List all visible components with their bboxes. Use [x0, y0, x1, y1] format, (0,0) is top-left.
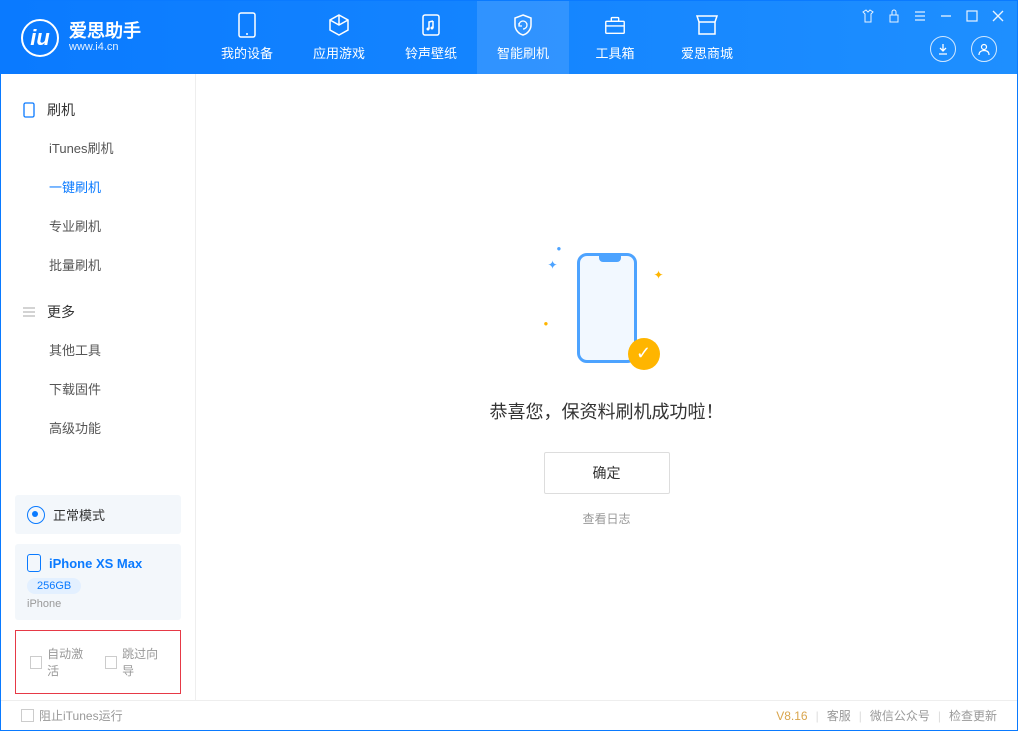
toolbox-icon: [603, 13, 627, 37]
sparkle-icon: ●: [544, 319, 549, 328]
tab-toolbox[interactable]: 工具箱: [569, 1, 661, 74]
sparkle-icon: ✦: [653, 268, 663, 282]
tab-label: 爱思商城: [681, 43, 733, 62]
version-label: V8.16: [776, 709, 807, 723]
checkbox-label: 阻止iTunes运行: [39, 707, 123, 724]
sidebar-section-more: 更多: [1, 294, 195, 330]
sidebar-item-itunes-flash[interactable]: iTunes刷机: [1, 128, 195, 167]
success-message: 恭喜您，保资料刷机成功啦！: [490, 398, 724, 424]
sparkle-icon: ✦: [548, 258, 558, 272]
device-box[interactable]: iPhone XS Max 256GB iPhone: [15, 544, 181, 620]
phone-icon: [21, 102, 37, 118]
body-area: 刷机 iTunes刷机 一键刷机 专业刷机 批量刷机 更多 其他工具 下载固件 …: [1, 74, 1017, 700]
tab-store[interactable]: 爱思商城: [661, 1, 753, 74]
sidebar-section-flash: 刷机: [1, 92, 195, 128]
highlighted-checkbox-row: 自动激活 跳过向导: [15, 630, 181, 694]
checkbox-icon: [21, 709, 34, 722]
store-icon: [695, 13, 719, 37]
menu-icon[interactable]: [913, 9, 927, 23]
checkbox-icon: [30, 656, 42, 669]
sidebar-item-batch-flash[interactable]: 批量刷机: [1, 245, 195, 284]
cube-icon: [327, 13, 351, 37]
mode-label: 正常模式: [53, 505, 105, 524]
list-icon: [21, 304, 37, 320]
footer-link-update[interactable]: 检查更新: [949, 707, 997, 724]
tab-smart-flash[interactable]: 智能刷机: [477, 1, 569, 74]
header: iu 爱思助手 www.i4.cn 我的设备 应用游戏 铃声壁纸 智能刷机 工具…: [1, 1, 1017, 74]
sidebar: 刷机 iTunes刷机 一键刷机 专业刷机 批量刷机 更多 其他工具 下载固件 …: [1, 74, 196, 700]
tab-apps-games[interactable]: 应用游戏: [293, 1, 385, 74]
tab-label: 工具箱: [595, 43, 634, 62]
shield-refresh-icon: [511, 13, 535, 37]
header-right-icons: [930, 36, 997, 62]
device-phone-icon: [27, 554, 41, 572]
section-title-label: 刷机: [47, 100, 75, 120]
tab-ringtone-wallpaper[interactable]: 铃声壁纸: [385, 1, 477, 74]
sidebar-item-oneclick-flash[interactable]: 一键刷机: [1, 167, 195, 206]
device-icon: [235, 13, 259, 37]
user-icon[interactable]: [971, 36, 997, 62]
mode-icon: [27, 506, 45, 524]
sparkle-icon: ●: [557, 244, 562, 253]
footer-right: V8.16 | 客服 | 微信公众号 | 检查更新: [776, 707, 997, 724]
footer: 阻止iTunes运行 V8.16 | 客服 | 微信公众号 | 检查更新: [1, 700, 1017, 730]
window-controls: [861, 9, 1005, 23]
footer-link-wechat[interactable]: 微信公众号: [870, 707, 930, 724]
minimize-button[interactable]: [939, 9, 953, 23]
maximize-button[interactable]: [965, 9, 979, 23]
device-type-label: iPhone: [27, 598, 169, 610]
nav-tabs: 我的设备 应用游戏 铃声壁纸 智能刷机 工具箱 爱思商城: [201, 1, 753, 74]
main-content: ✦ ● ✦ ● ✓ 恭喜您，保资料刷机成功啦！ 确定 查看日志: [196, 74, 1017, 700]
device-storage-badge: 256GB: [27, 578, 81, 594]
checkbox-icon: [105, 656, 117, 669]
view-log-link[interactable]: 查看日志: [582, 510, 630, 527]
app-logo-icon: iu: [21, 19, 59, 57]
sidebar-item-download-firmware[interactable]: 下载固件: [1, 369, 195, 408]
phone-outline-icon: [577, 253, 637, 363]
separator: |: [859, 709, 862, 723]
checkbox-block-itunes[interactable]: 阻止iTunes运行: [21, 707, 123, 724]
checkmark-badge-icon: ✓: [628, 338, 660, 370]
separator: |: [938, 709, 941, 723]
device-name-label: iPhone XS Max: [49, 556, 142, 571]
tab-label: 应用游戏: [313, 43, 365, 62]
checkbox-auto-activate[interactable]: 自动激活: [30, 645, 91, 679]
music-file-icon: [419, 13, 443, 37]
tab-my-device[interactable]: 我的设备: [201, 1, 293, 74]
checkbox-skip-guide[interactable]: 跳过向导: [105, 645, 166, 679]
footer-link-support[interactable]: 客服: [827, 707, 851, 724]
success-illustration: ✦ ● ✦ ● ✓: [562, 248, 652, 378]
mode-box[interactable]: 正常模式: [15, 495, 181, 534]
close-button[interactable]: [991, 9, 1005, 23]
lock-icon[interactable]: [887, 9, 901, 23]
app-subtitle: www.i4.cn: [69, 41, 141, 53]
tab-label: 智能刷机: [497, 43, 549, 62]
checkbox-label: 自动激活: [47, 645, 91, 679]
sidebar-item-other-tools[interactable]: 其他工具: [1, 330, 195, 369]
separator: |: [816, 709, 819, 723]
tab-label: 铃声壁纸: [405, 43, 457, 62]
ok-button[interactable]: 确定: [544, 452, 670, 494]
sidebar-item-pro-flash[interactable]: 专业刷机: [1, 206, 195, 245]
tab-label: 我的设备: [221, 43, 273, 62]
device-name-row: iPhone XS Max: [27, 554, 169, 572]
logo-area: iu 爱思助手 www.i4.cn: [1, 19, 201, 57]
download-icon[interactable]: [930, 36, 956, 62]
sidebar-item-advanced[interactable]: 高级功能: [1, 408, 195, 447]
checkbox-label: 跳过向导: [122, 645, 166, 679]
section-title-label: 更多: [47, 302, 75, 322]
shirt-icon[interactable]: [861, 9, 875, 23]
app-title: 爱思助手: [69, 22, 141, 42]
